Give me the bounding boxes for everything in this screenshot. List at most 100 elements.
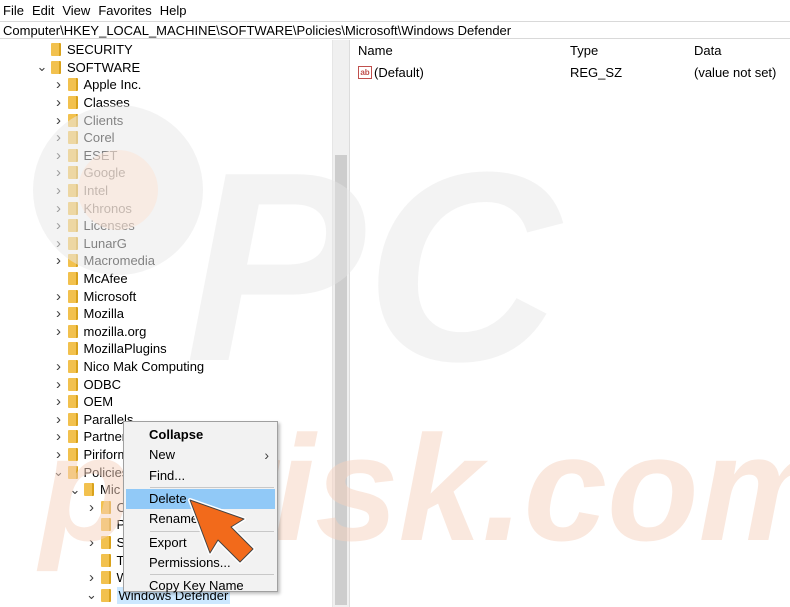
menu-favorites[interactable]: Favorites <box>94 0 155 21</box>
chevron-right-icon[interactable]: › <box>53 446 65 463</box>
tree-node[interactable]: › Partner <box>53 428 126 446</box>
tree-node[interactable]: › ODBC <box>53 375 121 393</box>
tree-node[interactable]: › Licenses <box>53 217 135 235</box>
folder-icon <box>67 272 78 286</box>
tree-node[interactable]: › Intel <box>53 182 108 200</box>
folder-icon <box>67 289 78 303</box>
chevron-right-icon[interactable]: › <box>86 534 98 551</box>
tree-node[interactable]: › S <box>86 534 125 552</box>
chevron-right-icon[interactable]: › <box>53 428 65 445</box>
chevron-right-icon[interactable]: › <box>53 411 65 428</box>
chevron-right-icon[interactable]: › <box>86 569 98 586</box>
tree-node-label: Classes <box>83 95 130 111</box>
tree-node[interactable]: › Nico Mak Computing <box>53 358 205 376</box>
chevron-down-icon[interactable]: ⌄ <box>69 483 81 496</box>
context-menu-copy-key-name[interactable]: Copy Key Name <box>126 576 275 596</box>
chevron-right-icon[interactable]: › <box>53 288 65 305</box>
tree-node[interactable]: › Corel <box>53 129 115 147</box>
tree-node-label: LunarG <box>83 235 127 251</box>
tree-node-label: SECURITY <box>67 42 133 58</box>
tree-node[interactable]: › OEM <box>53 393 113 411</box>
column-header-type[interactable]: Type <box>570 43 598 58</box>
chevron-right-icon[interactable]: › <box>53 393 65 410</box>
tree-node[interactable]: ⌄ Policies <box>53 463 128 481</box>
menu-edit[interactable]: Edit <box>28 0 58 21</box>
tree-node[interactable]: › Khronos <box>53 199 132 217</box>
chevron-right-icon[interactable]: › <box>53 252 65 269</box>
context-menu-collapse[interactable]: Collapse <box>126 425 275 445</box>
context-menu-export[interactable]: Export <box>126 533 275 553</box>
tree-node[interactable]: › Mozilla <box>53 305 124 323</box>
tree-node[interactable]: › C <box>86 499 126 517</box>
tree-scrollbar[interactable] <box>332 40 349 607</box>
tree-node-label: Mic <box>100 482 121 498</box>
folder-icon <box>84 483 94 497</box>
context-menu-new[interactable]: New › <box>126 445 275 465</box>
tree-node[interactable]: › mozilla.org <box>53 323 146 341</box>
chevron-right-icon[interactable]: › <box>53 94 65 111</box>
address-bar[interactable]: Computer\HKEY_LOCAL_MACHINE\SOFTWARE\Pol… <box>0 21 790 39</box>
chevron-right-icon[interactable]: › <box>53 235 65 252</box>
chevron-right-icon[interactable]: › <box>53 217 65 234</box>
context-menu-rename[interactable]: Rename <box>126 509 275 529</box>
tree-node[interactable]: SECURITY <box>36 41 133 59</box>
folder-icon <box>67 166 78 180</box>
context-menu-find[interactable]: Find... <box>126 466 275 486</box>
chevron-right-icon[interactable]: › <box>53 147 65 164</box>
chevron-down-icon[interactable]: ⌄ <box>86 588 98 601</box>
menu-help[interactable]: Help <box>156 0 191 21</box>
scrollbar-thumb[interactable] <box>335 155 347 605</box>
tree-node-label: Mozilla <box>83 306 124 322</box>
context-menu-label: New <box>149 447 176 463</box>
tree-node[interactable]: › Parallels <box>53 411 133 429</box>
tree-node[interactable]: › Microsoft <box>53 287 136 305</box>
context-menu-label: Delete <box>149 490 187 506</box>
chevron-right-icon[interactable]: › <box>53 182 65 199</box>
tree-node[interactable]: › Google <box>53 164 125 182</box>
tree-node[interactable]: McAfee <box>53 270 128 288</box>
chevron-right-icon[interactable]: › <box>53 358 65 375</box>
chevron-right-icon[interactable]: › <box>53 323 65 340</box>
chevron-right-icon[interactable]: › <box>86 499 98 516</box>
chevron-right-icon[interactable]: › <box>53 76 65 93</box>
chevron-right-icon[interactable]: › <box>53 376 65 393</box>
tree-node[interactable]: MozillaPlugins <box>53 340 167 358</box>
chevron-right-icon[interactable]: › <box>53 112 65 129</box>
submenu-arrow-icon: › <box>264 447 269 464</box>
chevron-right-icon[interactable]: › <box>53 305 65 322</box>
chevron-down-icon[interactable]: ⌄ <box>36 60 48 73</box>
tree-node[interactable]: ⌄ Mic <box>69 481 121 499</box>
tree-node[interactable]: › Classes <box>53 94 130 112</box>
string-value-icon: ab <box>358 65 372 79</box>
tree-node[interactable]: ⌄ SOFTWARE <box>36 59 141 77</box>
value-data: (value not set) <box>694 64 777 80</box>
folder-icon <box>100 518 111 532</box>
chevron-right-icon[interactable]: › <box>53 164 65 181</box>
tree-node[interactable]: › Clients <box>53 111 124 129</box>
menu-view[interactable]: View <box>58 0 94 21</box>
tree-node-label: Clients <box>83 112 124 128</box>
tree-node[interactable]: T <box>86 551 124 569</box>
tree-node[interactable]: › Piriform <box>53 446 129 464</box>
context-menu-permissions[interactable]: Permissions... <box>126 553 275 573</box>
value-row[interactable]: ab (Default) REG_SZ (value not set) <box>354 63 790 81</box>
tree-node-label: Nico Mak Computing <box>83 359 205 375</box>
chevron-right-icon[interactable]: › <box>53 200 65 217</box>
tree-node[interactable]: › LunarG <box>53 235 127 253</box>
tree-node[interactable]: › Macromedia <box>53 252 155 270</box>
chevron-down-icon[interactable]: ⌄ <box>53 465 65 478</box>
column-header-data[interactable]: Data <box>694 43 721 58</box>
tree-node[interactable]: › ESET <box>53 147 117 165</box>
chevron-right-icon[interactable]: › <box>53 129 65 146</box>
folder-icon <box>67 412 78 426</box>
tree-node[interactable]: P <box>86 516 125 534</box>
tree-node-label: McAfee <box>83 271 128 287</box>
tree-node[interactable]: › Apple Inc. <box>53 76 141 94</box>
context-menu-delete[interactable]: Delete <box>126 488 275 509</box>
menu-file[interactable]: File <box>0 0 28 21</box>
tree-node-label: Piriform <box>83 447 129 463</box>
column-header-name[interactable]: Name <box>358 43 393 58</box>
